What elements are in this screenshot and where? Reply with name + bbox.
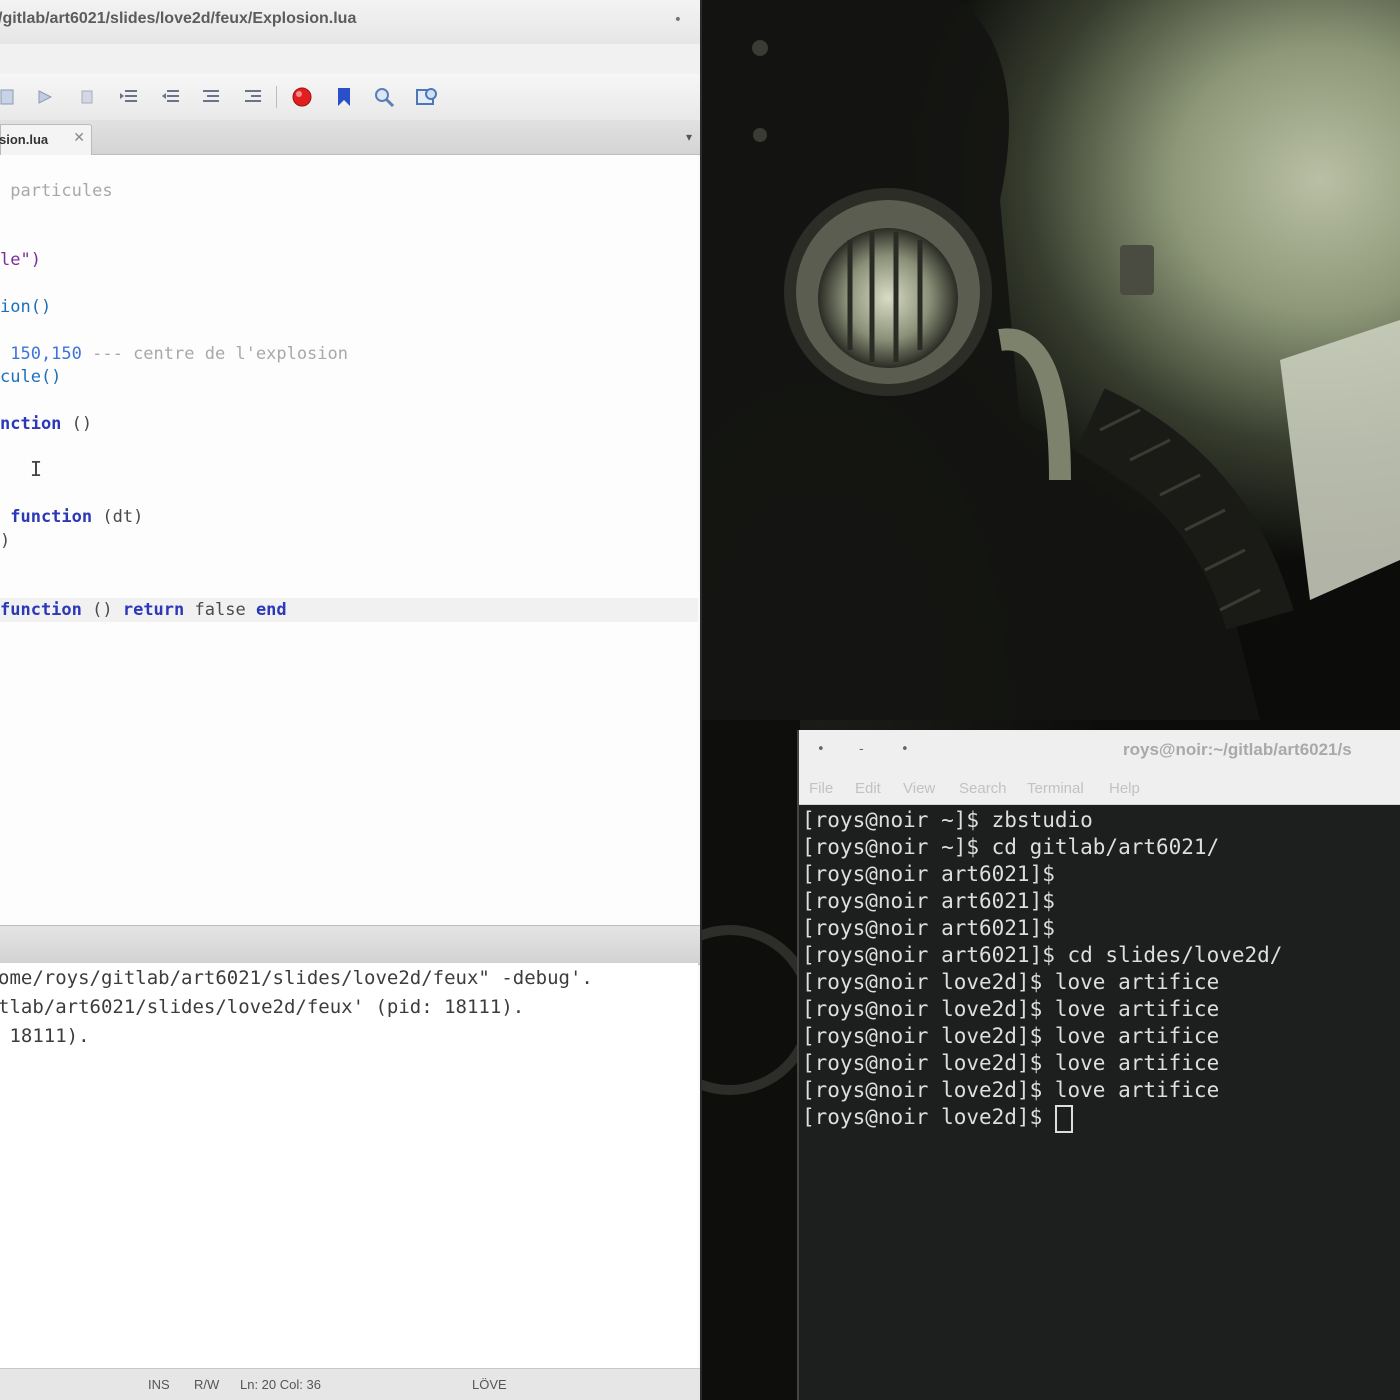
code-token: f [184, 600, 205, 620]
toolbar [0, 74, 700, 121]
insert-mode-indicator: INS [148, 1377, 170, 1392]
window-close-button[interactable]: • [817, 742, 825, 757]
find-icon[interactable] [373, 86, 395, 108]
terminal-line: [roys@noir love2d]$ love artifice [802, 1078, 1220, 1102]
terminal-line: [roys@noir love2d]$ love artifice [802, 970, 1220, 994]
indent-icon[interactable] [118, 86, 140, 108]
window-minimize-button[interactable]: - [859, 742, 864, 757]
window-title: /gitlab/art6021/slides/love2d/feux/Explo… [0, 10, 357, 27]
terminal-prompt: [roys@noir love2d]$ [802, 1105, 1055, 1129]
window-close-button[interactable]: • [674, 12, 682, 28]
code-token: ion() [0, 297, 52, 317]
code-line[interactable]: ) [0, 529, 698, 553]
code-token: alse [204, 600, 246, 620]
menu-search[interactable]: Search [959, 780, 1007, 797]
uncomment-icon[interactable] [242, 86, 264, 108]
terminal-line: [roys@noir art6021]$ cd slides/love2d/ [802, 943, 1283, 967]
code-line[interactable]: le") [0, 248, 698, 272]
editor-tabbar: sion.lua ✕ ▾ [0, 120, 700, 155]
step-into-icon[interactable] [34, 86, 56, 108]
code-token: function [0, 600, 82, 620]
terminal-line: [roys@noir love2d]$ love artifice [802, 1024, 1220, 1048]
interpreter-indicator[interactable]: LÖVE [472, 1377, 507, 1392]
terminal-titlebar[interactable]: • - • roys@noir:~/gitlab/art6021/s [799, 730, 1400, 774]
tab-list-dropdown-icon[interactable]: ▾ [686, 130, 692, 144]
toolbar-separator [276, 86, 277, 108]
menu-view[interactable]: View [903, 780, 935, 797]
tab-label: sion.lua [0, 132, 49, 147]
code-editor[interactable]: particules le") ion() 150,150 --- centre… [0, 155, 698, 925]
ide-window: /gitlab/art6021/slides/love2d/feux/Explo… [0, 0, 702, 1400]
menubar [0, 44, 700, 74]
tab-explosion-lua[interactable]: sion.lua ✕ [0, 124, 92, 155]
step-over-icon[interactable] [0, 86, 18, 108]
terminal-line: [roys@noir love2d]$ love artifice [802, 1051, 1220, 1075]
code-token: cule() [0, 367, 62, 387]
code-token: () [61, 414, 93, 434]
output-line: tlab/art6021/slides/love2d/feux' (pid: 1… [0, 996, 525, 1018]
menu-terminal[interactable]: Terminal [1027, 780, 1084, 797]
breakpoint-icon[interactable] [291, 86, 313, 108]
terminal-line: [roys@noir art6021]$ [802, 862, 1055, 886]
status-bar: INS R/W Ln: 20 Col: 36 LÖVE [0, 1368, 700, 1400]
terminal-line: [roys@noir love2d]$ love artifice [802, 997, 1220, 1021]
code-line-current[interactable]: function () return false end [0, 598, 698, 622]
terminal-line: [roys@noir art6021]$ [802, 889, 1055, 913]
code-token: return [122, 600, 185, 620]
replace-icon[interactable] [415, 86, 437, 108]
menu-file[interactable]: File [809, 780, 833, 797]
terminal-line: [roys@noir art6021]$ [802, 916, 1055, 940]
code-token: (dt) [92, 507, 144, 527]
tab-close-icon[interactable]: ✕ [73, 130, 85, 146]
code-line[interactable]: particules [0, 179, 698, 203]
code-line[interactable]: 150,150 --- centre de l'explosion [0, 342, 698, 366]
terminal-menubar: File Edit View Search Terminal Help [799, 774, 1400, 805]
code-token: () [81, 600, 123, 620]
terminal-title: roys@noir:~/gitlab/art6021/s [1123, 740, 1352, 759]
comment-icon[interactable] [200, 86, 222, 108]
pause-icon[interactable] [76, 86, 98, 108]
panel-splitter[interactable] [0, 925, 700, 965]
ide-titlebar[interactable]: /gitlab/art6021/slides/love2d/feux/Explo… [0, 0, 700, 45]
output-panel[interactable]: ome/roys/gitlab/art6021/slides/love2d/fe… [0, 963, 698, 1368]
code-token: nction [0, 414, 62, 434]
terminal-window: • - • roys@noir:~/gitlab/art6021/s File … [797, 730, 1400, 1400]
code-token: ) [0, 531, 11, 551]
read-write-indicator: R/W [194, 1377, 220, 1392]
code-token: --- centre de l'explosion [81, 344, 348, 364]
menu-edit[interactable]: Edit [855, 780, 881, 797]
code-line[interactable]: nction () [0, 412, 698, 436]
outdent-icon[interactable] [160, 86, 182, 108]
code-token: 150,150 [0, 344, 82, 364]
cursor-position: Ln: 20 Col: 36 [240, 1377, 321, 1392]
ibeam-cursor-icon: I [30, 457, 43, 481]
code-token: function [0, 507, 93, 527]
terminal-line: [roys@noir ~]$ cd gitlab/art6021/ [802, 835, 1220, 859]
code-token: end [245, 600, 287, 620]
terminal-output[interactable]: [roys@noir ~]$ zbstudio [roys@noir ~]$ c… [799, 806, 1400, 1400]
window-maximize-button[interactable]: • [901, 742, 909, 757]
bookmark-icon[interactable] [333, 86, 355, 108]
code-token: particules [0, 181, 113, 201]
code-line[interactable]: ion() [0, 295, 698, 319]
code-line[interactable]: cule() [0, 365, 698, 389]
terminal-line: [roys@noir ~]$ zbstudio [802, 808, 1093, 832]
terminal-cursor [1055, 1105, 1073, 1133]
code-line[interactable]: function (dt) [0, 505, 698, 529]
menu-help[interactable]: Help [1109, 780, 1140, 797]
output-line: ome/roys/gitlab/art6021/slides/love2d/fe… [0, 967, 593, 989]
code-token: le") [0, 250, 41, 270]
output-line: 18111). [0, 1025, 90, 1047]
